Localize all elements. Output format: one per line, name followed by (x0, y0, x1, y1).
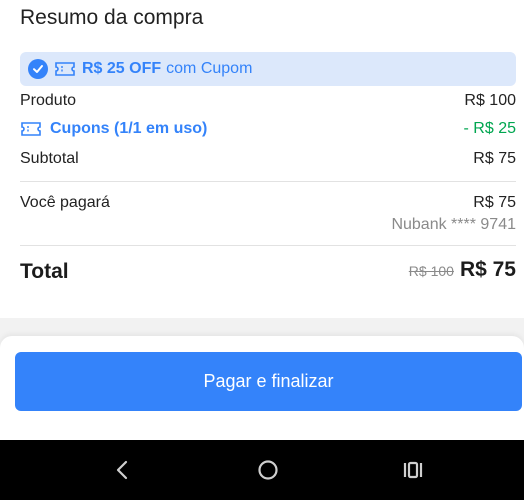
subtotal-row: Subtotal R$ 75 (20, 150, 516, 168)
back-icon[interactable] (110, 458, 134, 482)
pay-row: Você pagará R$ 75 (20, 194, 516, 212)
payment-method: Nubank **** 9741 (391, 216, 516, 233)
pay-and-finish-button[interactable]: Pagar e finalizar (15, 352, 522, 411)
coupon-discount-text: R$ 25 OFF (82, 60, 162, 77)
total-old-price: R$ 100 (408, 263, 454, 279)
home-icon[interactable] (256, 458, 280, 482)
android-nav-bar (0, 440, 524, 500)
ticket-icon (20, 121, 42, 137)
check-circle-icon (28, 59, 48, 79)
total-amount: R$ 100 R$ 75 (409, 258, 516, 282)
coupons-label: Cupons (1/1 em uso) (50, 120, 208, 137)
coupon-banner: R$ 25 OFF com Cupom (20, 52, 516, 86)
total-new-price: R$ 75 (459, 258, 516, 281)
coupons-link[interactable]: Cupons (1/1 em uso) (20, 120, 207, 138)
ticket-icon (54, 61, 76, 77)
coupons-row[interactable]: Cupons (1/1 em uso) - R$ 25 (20, 120, 516, 138)
pay-label: Você pagará (20, 194, 110, 211)
divider (20, 245, 516, 246)
footer: Pagar e finalizar (0, 318, 524, 440)
coupon-suffix-text: com Cupom (166, 60, 253, 77)
order-summary: Resumo da compra R$ 25 OFF com Cupom Pro… (0, 0, 524, 318)
product-label: Produto (20, 92, 77, 109)
summary-title: Resumo da compra (20, 6, 204, 29)
coupons-value: - R$ 25 (463, 120, 516, 137)
product-row: Produto R$ 100 (20, 92, 516, 110)
subtotal-label: Subtotal (20, 150, 79, 167)
pay-value: R$ 75 (473, 194, 516, 211)
divider (20, 181, 516, 182)
total-label: Total (20, 260, 69, 283)
subtotal-value: R$ 75 (473, 150, 516, 167)
recent-apps-icon[interactable] (401, 458, 425, 482)
product-value: R$ 100 (464, 92, 516, 109)
